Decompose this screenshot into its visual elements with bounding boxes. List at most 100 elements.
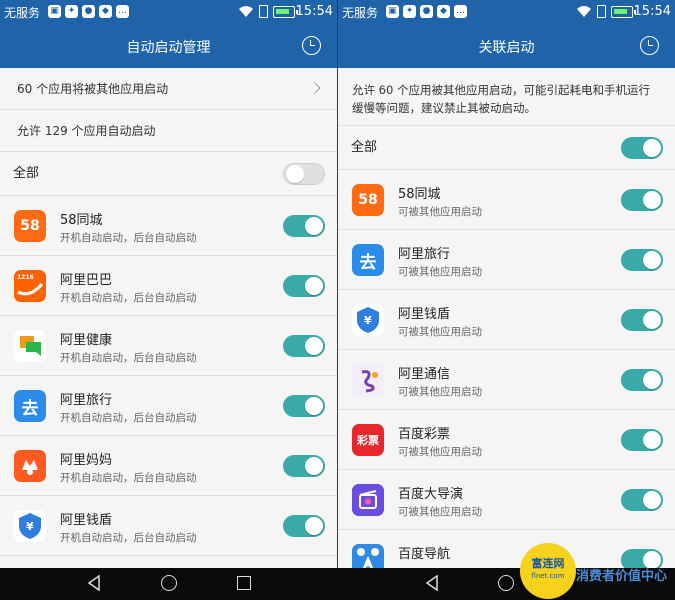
wifi-icon (577, 6, 591, 17)
app-name: 58同城 (60, 213, 103, 228)
app-status: 可被其他应用启动 (398, 386, 482, 398)
notification-icon: ▣ (386, 5, 399, 18)
toggle-knob (305, 277, 323, 295)
launched-by-others-row[interactable]: 60 个应用将被其他应用启动 (0, 68, 337, 110)
app-status: 可被其他应用启动 (398, 506, 482, 518)
app-name: 阿里钱盾 (398, 307, 451, 322)
toggle-knob (286, 165, 304, 183)
notification-icon: ✦ (403, 5, 416, 18)
app-toggle[interactable] (283, 515, 325, 537)
app-toggle[interactable] (283, 455, 325, 477)
app-row: 阿里健康 开机自动启动，后台自动启动 (0, 316, 337, 376)
app-toggle[interactable] (621, 369, 663, 391)
title-bar: 关联启动 (338, 24, 675, 68)
ali-health-icon (14, 330, 46, 362)
history-clock-icon[interactable] (302, 36, 321, 55)
all-toggle[interactable] (621, 137, 663, 159)
app-row: 去 阿里旅行 可被其他应用启动 (338, 230, 675, 290)
app-row: 阿里通信 可被其他应用启动 (338, 350, 675, 410)
app-toggle[interactable] (283, 395, 325, 417)
app-name: 58同城 (398, 187, 441, 202)
system-icons (238, 5, 298, 18)
auto-start-list: 60 个应用将被其他应用启动 允许 129 个应用自动启动 全部 58 58同城… (0, 68, 337, 556)
app-status: 开机自动启动，后台自动启动 (60, 232, 197, 244)
watermark-circle: 富连网 flnet.com (520, 543, 576, 599)
app-status: 开机自动启动，后台自动启动 (60, 292, 197, 304)
app-toggle[interactable] (621, 429, 663, 451)
title-bar: 自动启动管理 (0, 24, 337, 68)
history-clock-icon[interactable] (640, 36, 659, 55)
app-row: ¥ 阿里钱盾 开机自动启动，后台自动启动 (0, 496, 337, 556)
app-row: 百度大导演 可被其他应用启动 (338, 470, 675, 530)
page-title: 自动启动管理 (126, 40, 211, 56)
app-name: 阿里巴巴 (60, 273, 113, 288)
app-row: 彩票 百度彩票 可被其他应用启动 (338, 410, 675, 470)
baidu-director-icon (352, 484, 384, 516)
notification-icons: ▣ ✦ ● ◆ … (386, 5, 467, 18)
ali-travel-icon: 去 (14, 390, 46, 422)
baidu-navi-icon (352, 544, 384, 568)
app-toggle[interactable] (621, 249, 663, 271)
status-bar: 无服务 ▣ ✦ ● ◆ … 15:54 (0, 0, 337, 24)
allowed-count-label: 允许 129 个应用自动启动 (17, 124, 156, 138)
58-tongcheng-icon: 58 (14, 210, 46, 242)
toggle-knob (643, 431, 661, 449)
ali-tongxin-icon (352, 364, 384, 396)
app-toggle[interactable] (621, 309, 663, 331)
app-status: 可被其他应用启动 (398, 206, 482, 218)
ali-qiandun-icon: ¥ (14, 510, 46, 542)
app-name: 阿里健康 (60, 333, 113, 348)
toggle-knob (643, 491, 661, 509)
app-row: 1216 阿里巴巴 开机自动启动，后台自动启动 (0, 256, 337, 316)
app-name: 阿里旅行 (60, 393, 113, 408)
launched-by-others-label: 60 个应用将被其他应用启动 (17, 82, 169, 96)
status-bar: 无服务 ▣ ✦ ● ◆ … 15:54 (338, 0, 675, 24)
recent-apps-icon[interactable] (237, 576, 251, 590)
allowed-count-row: 允许 129 个应用自动启动 (0, 110, 337, 152)
toggle-knob (643, 311, 661, 329)
all-toggle[interactable] (283, 163, 325, 185)
notification-icon: ◆ (99, 5, 112, 18)
app-status: 可被其他应用启动 (398, 446, 482, 458)
notification-icon: ▣ (48, 5, 61, 18)
app-toggle[interactable] (283, 215, 325, 237)
wifi-icon (239, 6, 253, 17)
sim-icon (259, 5, 268, 18)
home-icon[interactable] (498, 575, 514, 591)
ali-travel-icon: 去 (352, 244, 384, 276)
app-toggle[interactable] (621, 189, 663, 211)
app-status: 开机自动启动，后台自动启动 (60, 472, 197, 484)
app-status: 开机自动启动，后台自动启动 (60, 532, 197, 544)
back-icon[interactable] (86, 575, 102, 591)
app-row: 58 58同城 可被其他应用启动 (338, 170, 675, 230)
system-icons (576, 5, 636, 18)
notification-icon: … (454, 5, 467, 18)
svg-text:1216: 1216 (17, 274, 34, 281)
app-status: 可被其他应用启动 (398, 326, 482, 338)
home-icon[interactable] (161, 575, 177, 591)
alibaba-icon: 1216 (14, 270, 46, 302)
toggle-knob (643, 251, 661, 269)
watermark-text: 消费者价值中心 (576, 569, 668, 584)
app-row: 百度导航 (338, 530, 675, 568)
back-icon[interactable] (424, 575, 440, 591)
toggle-knob (305, 337, 323, 355)
toggle-knob (305, 217, 323, 235)
page-title: 关联启动 (478, 40, 535, 56)
toggle-knob (643, 191, 661, 209)
app-name: 阿里妈妈 (60, 453, 113, 468)
carrier-label: 无服务 (4, 6, 41, 20)
app-toggle[interactable] (283, 275, 325, 297)
linked-start-screen: 无服务 ▣ ✦ ● ◆ … 15:54 关联启动 允许 60 个应用被其他应用启… (338, 0, 675, 568)
app-row: ¥ 阿里钱盾 可被其他应用启动 (338, 290, 675, 350)
app-toggle[interactable] (621, 489, 663, 511)
carrier-label: 无服务 (342, 6, 379, 20)
app-row: 58 58同城 开机自动启动，后台自动启动 (0, 196, 337, 256)
all-label: 全部 (351, 140, 378, 155)
toggle-knob (305, 457, 323, 475)
svg-text:¥: ¥ (26, 520, 34, 533)
notification-icon: ✦ (65, 5, 78, 18)
all-row: 全部 (0, 152, 337, 196)
notification-icons: ▣ ✦ ● ◆ … (48, 5, 129, 18)
app-toggle[interactable] (283, 335, 325, 357)
